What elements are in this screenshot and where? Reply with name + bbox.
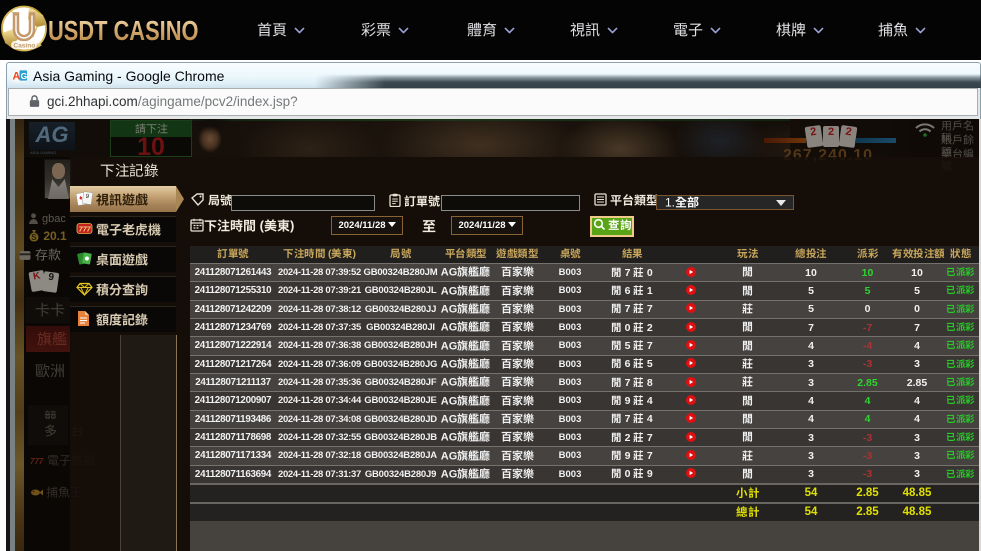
svg-text:A: A [12, 70, 20, 82]
svg-text:G: G [21, 71, 27, 81]
svg-text:777: 777 [79, 227, 92, 234]
svg-text:Casino: Casino [14, 43, 36, 50]
